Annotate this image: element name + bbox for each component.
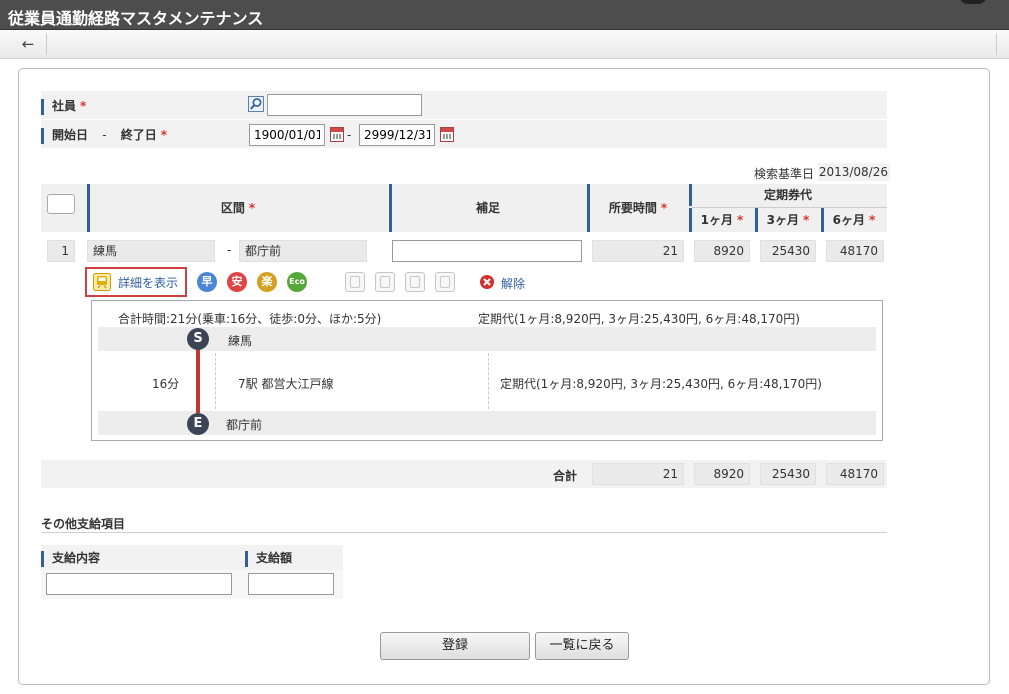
- other-items-title: その他支給項目: [41, 517, 126, 531]
- toolbar: ←: [0, 30, 1009, 59]
- segment-duration: 16分: [152, 377, 180, 391]
- row-number[interactable]: 1: [47, 240, 75, 262]
- amount-header: 支給額: [245, 549, 292, 567]
- remove-icon[interactable]: [480, 275, 494, 289]
- total-3month: 25430: [760, 463, 816, 485]
- header-3month: 3ヶ月 *: [755, 208, 821, 232]
- start-marker: S: [187, 328, 209, 350]
- header-supplement: 補足: [389, 184, 587, 232]
- register-button[interactable]: 登録: [380, 632, 530, 660]
- employee-label: 社員 *: [41, 97, 86, 115]
- window-titlebar: 従業員通勤経路マスタメンテナンス: [0, 0, 1009, 30]
- header-1month: 1ヶ月 *: [689, 208, 755, 232]
- row-1month: 8920: [694, 240, 750, 262]
- header-section: 区間 *: [87, 184, 389, 232]
- show-detail-button[interactable]: 詳細を表示: [85, 267, 187, 297]
- eco-route-icon[interactable]: Eco: [287, 272, 307, 292]
- content-input[interactable]: [46, 573, 232, 595]
- main-panel: 社員* 開始日 - 終了日* - 検索基準日 2013/08/26 区間* 補足…: [18, 68, 990, 685]
- content-header: 支給内容: [41, 549, 100, 567]
- from-station: 練馬: [87, 240, 215, 262]
- window-title: 従業員通勤経路マスタメンテナンス: [8, 9, 264, 28]
- easiest-route-icon[interactable]: 楽: [257, 272, 277, 292]
- base-date-value: 2013/08/26: [818, 163, 890, 181]
- train-icon: [93, 273, 111, 291]
- select-all-checkbox[interactable]: [47, 194, 75, 214]
- bus-icon[interactable]: [375, 272, 395, 292]
- total-time: 21: [592, 463, 684, 485]
- total-6month: 48170: [826, 463, 884, 485]
- period-label: 開始日 - 終了日 *: [41, 126, 167, 144]
- period-row: 開始日 - 終了日* -: [41, 120, 887, 148]
- back-to-list-button[interactable]: 一覧に戻る: [535, 632, 629, 660]
- airplane-icon[interactable]: [405, 272, 425, 292]
- cheapest-route-icon[interactable]: 安: [227, 272, 247, 292]
- employee-row: 社員 *: [41, 91, 887, 119]
- date-range-separator: -: [347, 128, 352, 142]
- fastest-route-icon[interactable]: 早: [197, 272, 217, 292]
- start-station-name: 練馬: [228, 334, 253, 348]
- amount-input[interactable]: [248, 573, 334, 595]
- total-1month: 8920: [694, 463, 750, 485]
- start-date-input[interactable]: [249, 124, 325, 146]
- toolbar-divider: [996, 33, 997, 55]
- base-date-label: 検索基準日: [754, 167, 815, 181]
- total-label: 合計: [553, 469, 578, 483]
- segment-line: 7駅 都営大江戸線: [238, 377, 334, 391]
- section-separator: -: [227, 243, 232, 257]
- supplement-input[interactable]: [392, 240, 582, 262]
- to-station: 都庁前: [239, 240, 367, 262]
- header-time: 所要時間 *: [587, 184, 689, 232]
- end-marker: E: [187, 413, 209, 435]
- magnifier-icon[interactable]: [248, 96, 264, 112]
- car-icon[interactable]: [435, 272, 455, 292]
- summary-pass: 定期代(1ヶ月:8,920円, 3ヶ月:25,430円, 6ヶ月:48,170円…: [478, 312, 800, 326]
- calendar-icon[interactable]: [330, 127, 344, 142]
- start-station-row: 練馬: [98, 327, 876, 351]
- walk-icon[interactable]: [345, 272, 365, 292]
- end-station-name: 都庁前: [226, 418, 263, 432]
- end-date-input[interactable]: [359, 124, 435, 146]
- calendar-icon[interactable]: [440, 127, 454, 142]
- row-3month: 25430: [760, 240, 816, 262]
- end-station-row: 都庁前: [98, 411, 876, 435]
- employee-input[interactable]: [267, 94, 422, 116]
- remove-link[interactable]: 解除: [501, 275, 525, 292]
- row-time: 21: [592, 240, 684, 262]
- summary-time: 合計時間:21分(乗車:16分、徒歩:0分、ほか:5分): [118, 312, 382, 326]
- back-arrow-icon[interactable]: ←: [10, 33, 47, 55]
- row-6month: 48170: [826, 240, 884, 262]
- segment-pass: 定期代(1ヶ月:8,920円, 3ヶ月:25,430円, 6ヶ月:48,170円…: [500, 377, 822, 391]
- route-line: [196, 343, 200, 413]
- window-control[interactable]: [959, 0, 987, 4]
- header-6month: 6ヶ月 *: [821, 208, 887, 232]
- header-pass: 定期券代: [689, 184, 887, 206]
- route-detail-panel: 合計時間:21分(乗車:16分、徒歩:0分、ほか:5分) 定期代(1ヶ月:8,9…: [91, 300, 883, 441]
